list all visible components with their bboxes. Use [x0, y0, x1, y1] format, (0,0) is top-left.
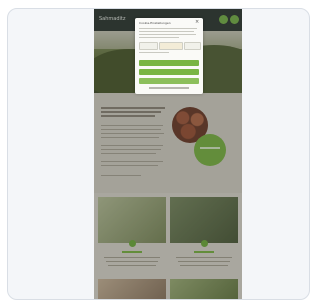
cookie-text-line: [139, 31, 194, 33]
accept-selected-button[interactable]: [139, 69, 199, 75]
cookie-text-line: [139, 28, 197, 30]
cookie-modal-layer: Cookie-Einstellungen ×: [94, 9, 242, 299]
cookie-option-checkbox[interactable]: [139, 42, 158, 50]
close-icon[interactable]: ×: [195, 20, 200, 25]
cookie-text-line: [139, 37, 179, 39]
cookie-consent-dialog: Cookie-Einstellungen ×: [135, 18, 203, 94]
cookie-options: [139, 42, 201, 50]
cookie-option-checkbox[interactable]: [159, 42, 183, 50]
cookie-dialog-title: Cookie-Einstellungen: [139, 21, 171, 25]
cookie-text-line: [139, 34, 196, 36]
cookie-footer-links[interactable]: [149, 87, 189, 89]
preview-card: Sahmaditz Cookie-Einstellungen ×: [7, 8, 310, 300]
website-preview: Sahmaditz Cookie-Einstellungen ×: [94, 9, 242, 299]
settings-button[interactable]: [139, 78, 199, 84]
cookie-option-checkbox[interactable]: [184, 42, 201, 50]
cookie-text-line: [139, 52, 169, 54]
accept-all-button[interactable]: [139, 60, 199, 66]
